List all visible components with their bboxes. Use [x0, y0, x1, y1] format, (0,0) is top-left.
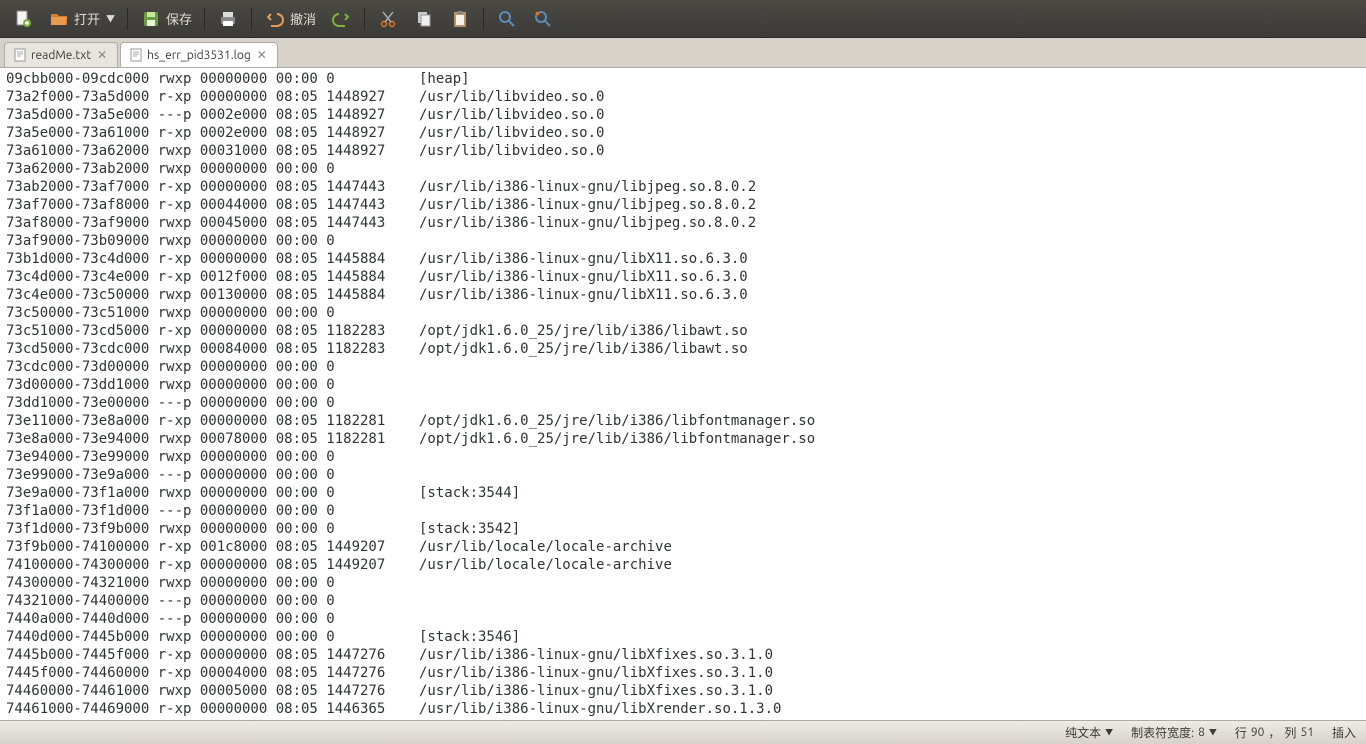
col-value: 51 — [1300, 726, 1314, 739]
close-icon[interactable]: ✕ — [255, 48, 269, 62]
cut-icon — [377, 8, 399, 30]
open-folder-icon — [48, 8, 70, 30]
separator — [364, 8, 365, 30]
tab-width-value: 8 — [1198, 726, 1205, 739]
tab-readme[interactable]: readMe.txt ✕ — [4, 42, 118, 67]
syntax-selector[interactable]: 纯文本 ▼ — [1065, 724, 1113, 741]
paste-icon — [449, 8, 471, 30]
new-file-button[interactable] — [6, 4, 40, 34]
cursor-position[interactable]: 行 90 ， 列 51 — [1235, 724, 1314, 741]
text-file-icon — [13, 48, 27, 62]
paste-button[interactable] — [443, 4, 477, 34]
find-button[interactable] — [490, 4, 524, 34]
tab-label: readMe.txt — [31, 49, 91, 62]
save-button[interactable]: 保存 — [134, 4, 198, 34]
line-value: 90 — [1251, 726, 1265, 739]
tab-width-selector[interactable]: 制表符宽度: 8 ▼ — [1131, 724, 1217, 741]
copy-button[interactable] — [407, 4, 441, 34]
undo-label: 撤消 — [290, 9, 316, 28]
line-label: 行 — [1235, 724, 1247, 741]
undo-icon — [264, 8, 286, 30]
replace-icon — [532, 8, 554, 30]
status-bar: 纯文本 ▼ 制表符宽度: 8 ▼ 行 90 ， 列 51 插入 — [0, 720, 1366, 744]
separator — [204, 8, 205, 30]
insert-mode-label: 插入 — [1332, 724, 1356, 741]
open-button[interactable]: 打开 ▼ — [42, 4, 121, 34]
save-icon — [140, 8, 162, 30]
print-button[interactable] — [211, 4, 245, 34]
redo-button[interactable] — [324, 4, 358, 34]
chevron-down-icon: ▼ — [106, 12, 115, 25]
separator — [251, 8, 252, 30]
toolbar: 打开 ▼ 保存 撤消 — [0, 0, 1366, 38]
replace-button[interactable] — [526, 4, 560, 34]
find-icon — [496, 8, 518, 30]
redo-icon — [330, 8, 352, 30]
copy-icon — [413, 8, 435, 30]
chevron-down-icon: ▼ — [1105, 727, 1113, 738]
open-label: 打开 — [74, 9, 100, 28]
col-label: 列 — [1284, 724, 1296, 741]
save-label: 保存 — [166, 9, 192, 28]
cut-button[interactable] — [371, 4, 405, 34]
tab-hserr[interactable]: hs_err_pid3531.log ✕ — [120, 42, 278, 67]
text-file-icon — [129, 48, 143, 62]
tab-label: hs_err_pid3531.log — [147, 49, 251, 62]
undo-button[interactable]: 撤消 — [258, 4, 322, 34]
tab-width-label: 制表符宽度: — [1131, 724, 1194, 741]
syntax-label: 纯文本 — [1065, 724, 1101, 741]
tab-bar: readMe.txt ✕ hs_err_pid3531.log ✕ — [0, 38, 1366, 68]
col-sep: ， — [1268, 724, 1280, 741]
insert-mode[interactable]: 插入 — [1332, 724, 1356, 741]
chevron-down-icon: ▼ — [1209, 727, 1217, 738]
new-file-icon — [12, 8, 34, 30]
editor-area[interactable]: 09cbb000-09cdc000 rwxp 00000000 00:00 0 … — [0, 68, 1366, 720]
print-icon — [217, 8, 239, 30]
separator — [127, 8, 128, 30]
separator — [483, 8, 484, 30]
close-icon[interactable]: ✕ — [95, 48, 109, 62]
